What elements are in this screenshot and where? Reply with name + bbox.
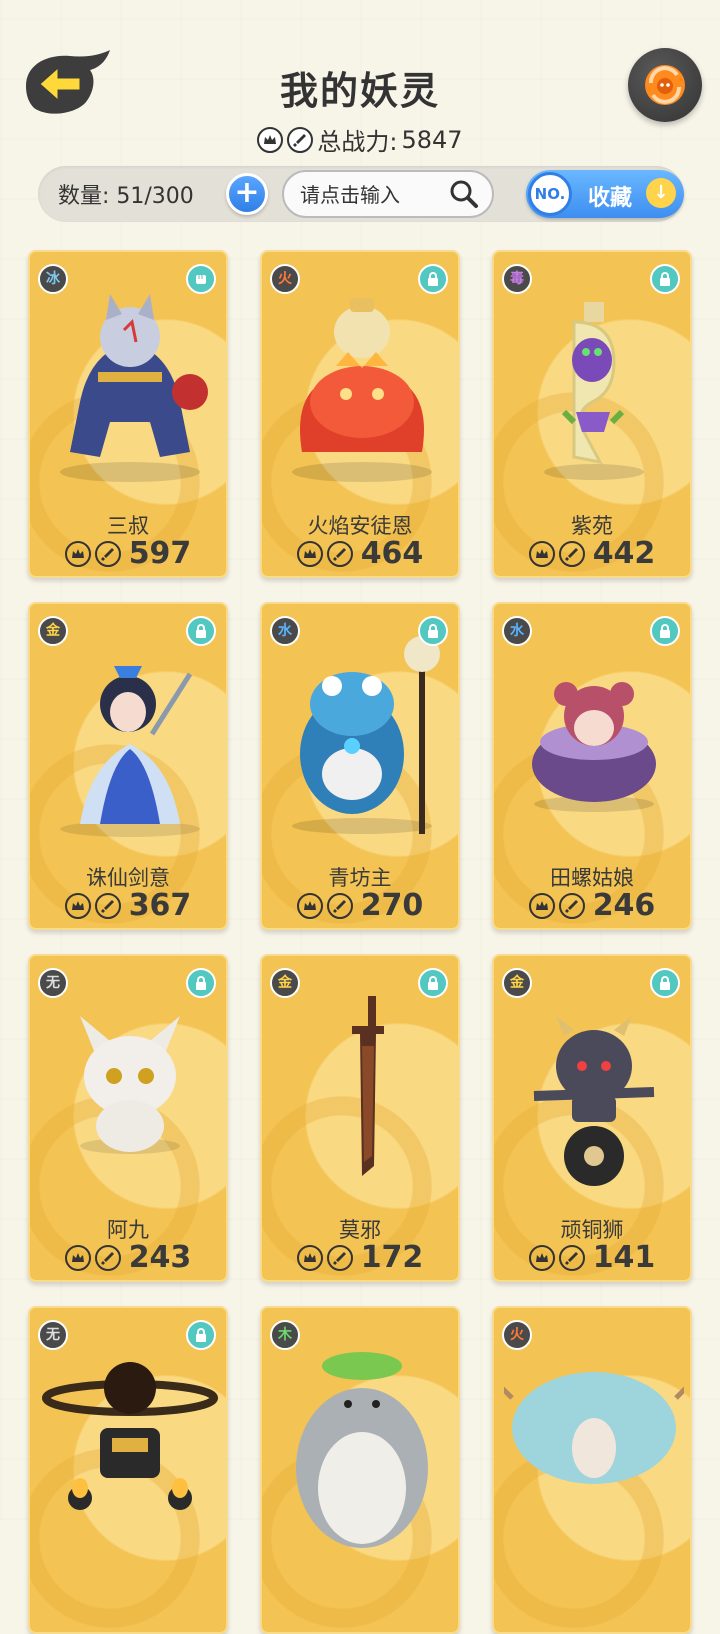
- monster-card[interactable]: 无: [28, 1306, 228, 1634]
- monster-portrait: [533, 1016, 655, 1186]
- monster-power-row: 243: [30, 1240, 226, 1275]
- lock-icon[interactable]: [418, 264, 448, 294]
- monster-power: 442: [592, 536, 656, 571]
- monster-portrait: [296, 1352, 428, 1548]
- crown-icon: [528, 892, 555, 919]
- monster-card[interactable]: 金 诛仙剑意 367: [28, 602, 228, 930]
- monster-power-row: 246: [494, 888, 690, 923]
- lock-icon[interactable]: [418, 616, 448, 646]
- lock-icon[interactable]: [650, 968, 680, 998]
- sword-icon: [326, 892, 353, 919]
- element-badge: 火: [502, 1320, 532, 1350]
- element-badge: 金: [270, 968, 300, 998]
- lock-icon[interactable]: [186, 616, 216, 646]
- monster-power: 141: [592, 1240, 656, 1275]
- monster-card[interactable]: 无 阿九 243: [28, 954, 228, 1282]
- crown-icon: [528, 1244, 555, 1271]
- element-badge: 毒: [502, 264, 532, 294]
- monster-portrait: [60, 294, 208, 482]
- monster-card[interactable]: 冰 三叔 597: [28, 250, 228, 578]
- crown-icon: [296, 540, 323, 567]
- monster-power: 172: [360, 1240, 424, 1275]
- element-badge: 火: [270, 264, 300, 294]
- monster-power: 246: [592, 888, 656, 923]
- monster-card[interactable]: 水 青坊主 270: [260, 602, 460, 930]
- element-badge: 金: [38, 616, 68, 646]
- monster-power-row: 367: [30, 888, 226, 923]
- sword-icon: [558, 1244, 585, 1271]
- monster-card[interactable]: 水 田螺姑娘 246: [492, 602, 692, 930]
- lock-icon[interactable]: [186, 1320, 216, 1350]
- fist-icon[interactable]: [186, 264, 216, 294]
- lock-icon[interactable]: [650, 616, 680, 646]
- monster-portrait: [532, 682, 656, 812]
- element-badge: 金: [502, 968, 532, 998]
- element-badge: 冰: [38, 264, 68, 294]
- monster-card[interactable]: 金 莫邪 172: [260, 954, 460, 1282]
- element-badge: 无: [38, 968, 68, 998]
- element-badge: 水: [270, 616, 300, 646]
- crown-icon: [296, 892, 323, 919]
- lock-icon[interactable]: [650, 264, 680, 294]
- sword-icon: [558, 892, 585, 919]
- monster-power-row: 172: [262, 1240, 458, 1275]
- sword-icon: [94, 540, 121, 567]
- monster-card[interactable]: 火 火焰安徒恩 464: [260, 250, 460, 578]
- monster-power: 243: [128, 1240, 192, 1275]
- monster-power: 464: [360, 536, 424, 571]
- monster-power: 270: [360, 888, 424, 923]
- monster-power: 367: [128, 888, 192, 923]
- lock-icon[interactable]: [418, 968, 448, 998]
- crown-icon: [64, 892, 91, 919]
- monster-power-row: 464: [262, 536, 458, 571]
- element-badge: 木: [270, 1320, 300, 1350]
- monster-card[interactable]: 火: [492, 1306, 692, 1634]
- element-badge: 无: [38, 1320, 68, 1350]
- sword-icon: [558, 540, 585, 567]
- element-badge: 水: [502, 616, 532, 646]
- monster-portrait: [60, 666, 200, 837]
- crown-icon: [64, 540, 91, 567]
- monster-portrait: [42, 1362, 218, 1510]
- sword-icon: [94, 1244, 121, 1271]
- monster-card[interactable]: 木: [260, 1306, 460, 1634]
- monster-card[interactable]: 金 顽铜狮 141: [492, 954, 692, 1282]
- sword-icon: [326, 540, 353, 567]
- crown-icon: [296, 1244, 323, 1271]
- monster-power-row: 141: [494, 1240, 690, 1275]
- crown-icon: [64, 1244, 91, 1271]
- monster-portrait: [80, 1016, 180, 1154]
- monster-portrait: [292, 634, 440, 834]
- monster-portrait: [504, 1372, 684, 1484]
- monster-power-row: 442: [494, 536, 690, 571]
- sword-icon: [94, 892, 121, 919]
- sword-icon: [326, 1244, 353, 1271]
- lock-icon[interactable]: [186, 968, 216, 998]
- crown-icon: [528, 540, 555, 567]
- monster-portrait: [544, 302, 644, 480]
- monster-portrait: [352, 996, 384, 1176]
- monster-grid: 冰 三叔 597 火 火焰安徒恩 464 毒 紫苑 442 金 诛仙剑意 367…: [0, 0, 720, 1634]
- monster-portrait: [292, 298, 432, 482]
- monster-power-row: 597: [30, 536, 226, 571]
- monster-power: 597: [128, 536, 192, 571]
- monster-power-row: 270: [262, 888, 458, 923]
- monster-card[interactable]: 毒 紫苑 442: [492, 250, 692, 578]
